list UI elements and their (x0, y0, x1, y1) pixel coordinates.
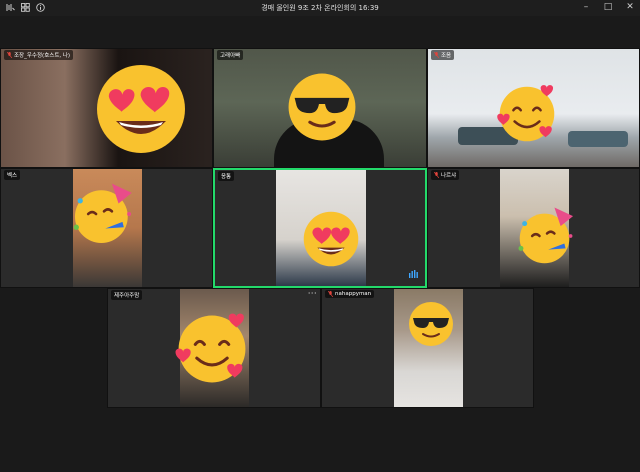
sunglasses-emoji-icon (409, 302, 453, 346)
participant-tile[interactable]: 나르샤 (427, 168, 640, 288)
participant-tile[interactable]: 벡스 (0, 168, 213, 288)
participant-tile[interactable]: nahappyman (321, 288, 534, 408)
muted-mic-icon (327, 290, 334, 298)
participant-name: 조음 (431, 50, 455, 60)
participant-tile[interactable]: 제주아주맘 ··· (107, 288, 321, 408)
video-gallery: 조장_우수정(호스트, 나) 고래아빠 조음 벡스 응통 나르샤 제주아주맘 ·… (0, 16, 640, 472)
minimize-icon[interactable]: – (580, 1, 592, 14)
participant-name: 응통 (218, 171, 235, 181)
muted-mic-icon (433, 171, 440, 179)
participant-name: 고래아빠 (217, 50, 244, 60)
participant-tile[interactable]: 고래아빠 (213, 48, 427, 168)
muted-mic-icon (6, 51, 13, 59)
meeting-title: 경매 올인원 9조 2차 온라인회의 16:39 (261, 4, 379, 12)
participant-name: 제주아주맘 (111, 290, 143, 300)
heart-eyes-emoji-icon (303, 211, 359, 267)
more-options-button[interactable]: ··· (308, 289, 317, 298)
muted-mic-icon (433, 51, 440, 59)
sofa (568, 131, 628, 147)
maximize-icon[interactable]: □ (602, 1, 614, 14)
title-bar: 경매 올인원 9조 2차 온라인회의 16:39 – □ ✕ (0, 0, 640, 16)
participant-name: 조장_우수정(호스트, 나) (4, 50, 74, 60)
participant-name: 벡스 (4, 170, 21, 180)
partying-face-emoji-icon (73, 183, 132, 244)
smiling-face-with-hearts-emoji-icon (497, 85, 555, 142)
heart-eyes-emoji-icon (97, 65, 185, 153)
close-icon[interactable]: ✕ (624, 1, 636, 14)
smiling-face-with-hearts-emoji-icon (175, 313, 246, 383)
participant-tile[interactable]: 조음 (427, 48, 640, 168)
participant-name: nahappyman (325, 290, 375, 298)
partying-face-emoji-icon (518, 207, 574, 264)
participant-tile[interactable]: 조장_우수정(호스트, 나) (0, 48, 213, 168)
sunglasses-emoji-icon (288, 73, 356, 141)
participant-name: 나르샤 (431, 170, 460, 180)
audio-level-icon (409, 263, 419, 282)
active-speaker-tile[interactable]: 응통 (213, 168, 427, 288)
